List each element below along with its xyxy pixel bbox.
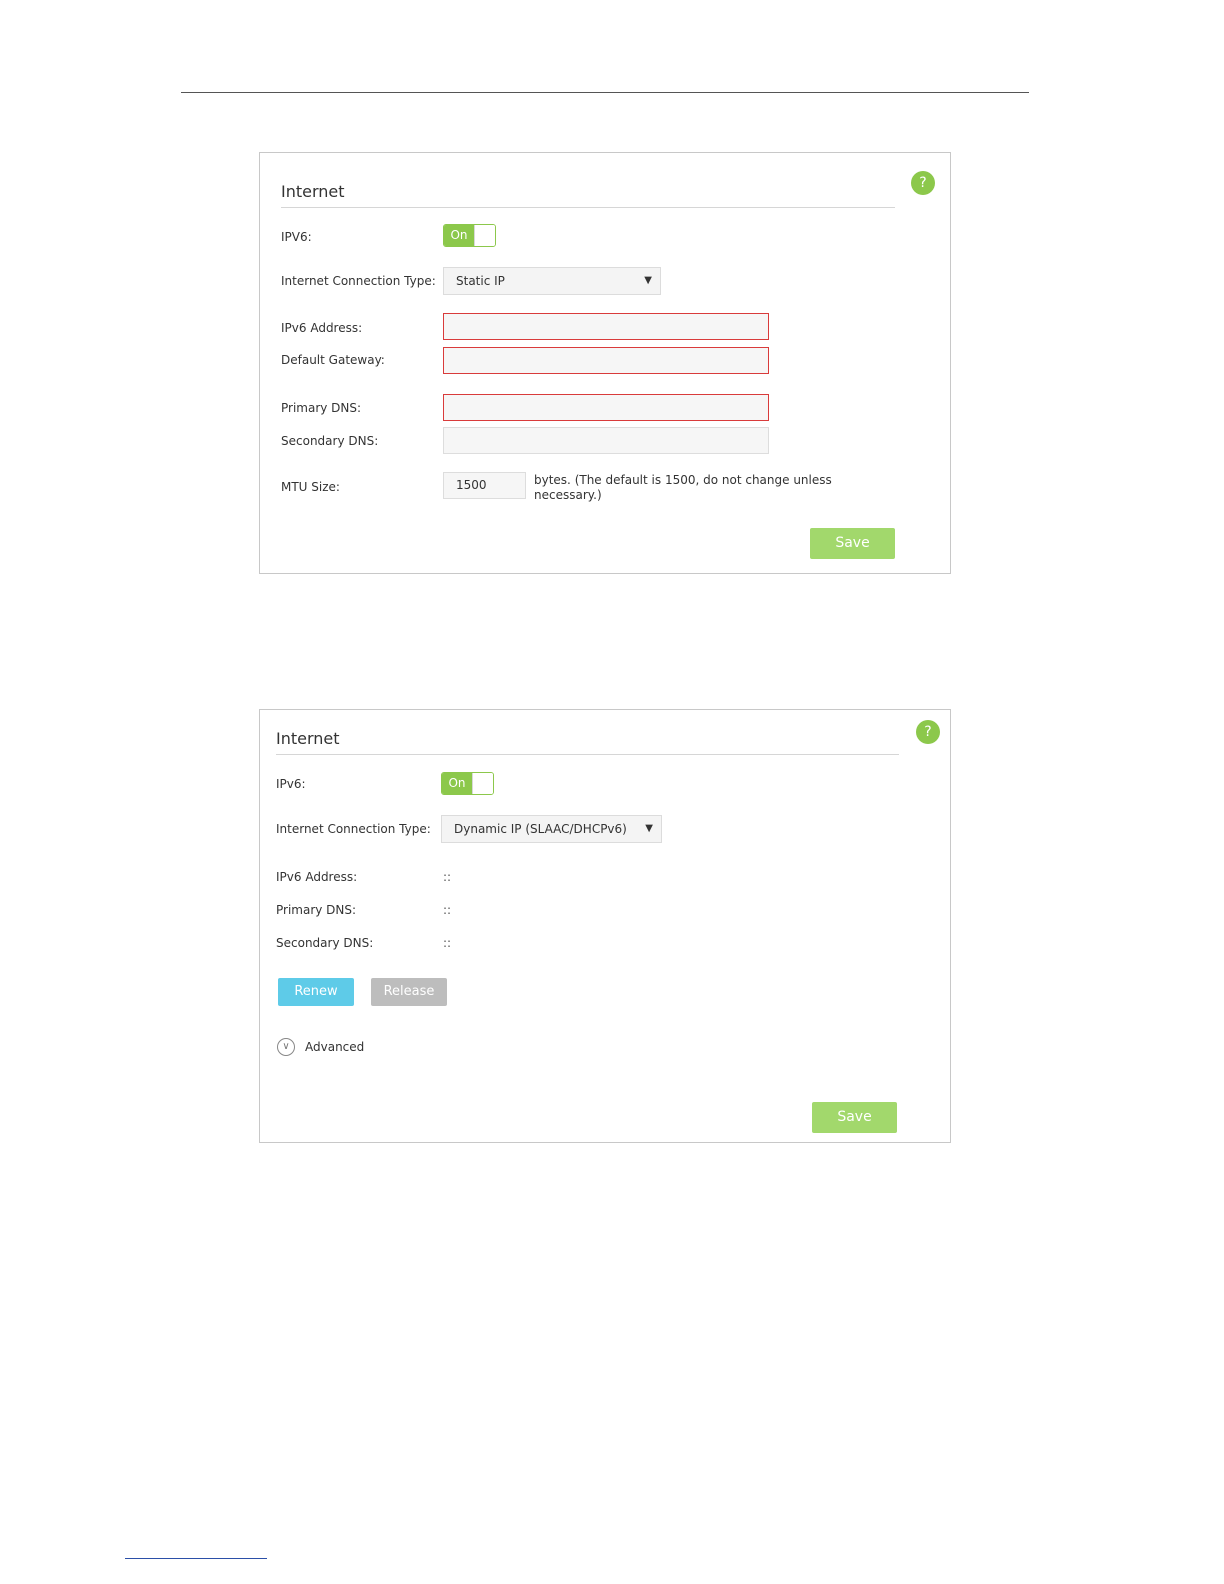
ipv6-toggle[interactable]: On [441, 772, 494, 795]
help-icon[interactable]: ? [916, 720, 940, 744]
secondary-dns-label: Secondary DNS: [276, 936, 374, 950]
toggle-knob [472, 773, 493, 794]
title-divider [281, 207, 895, 208]
ipv6-address-label: IPv6 Address: [281, 321, 363, 335]
internet-panel-dynamic: Internet ? IPv6: On Internet Connection … [259, 709, 951, 1143]
ipv6-address-input[interactable] [443, 313, 769, 340]
panel-title: Internet [276, 729, 340, 748]
primary-dns-value: :: [443, 903, 452, 917]
footer-link-underline [125, 1558, 267, 1559]
primary-dns-input[interactable] [443, 394, 769, 421]
chevron-down-circle-icon: ∨ [277, 1038, 295, 1056]
renew-button[interactable]: Renew [278, 978, 354, 1006]
secondary-dns-value: :: [443, 936, 452, 950]
secondary-dns-input[interactable] [443, 427, 769, 454]
mtu-note-line2: necessary.) [534, 488, 602, 502]
primary-dns-label: Primary DNS: [281, 401, 362, 415]
ipv6-address-value: :: [443, 870, 452, 884]
release-button[interactable]: Release [371, 978, 447, 1006]
title-divider [276, 754, 899, 755]
help-icon[interactable]: ? [911, 171, 935, 195]
connection-type-select[interactable]: Static IP ▼ [443, 267, 661, 295]
connection-type-select[interactable]: Dynamic IP (SLAAC/DHCPv6) ▼ [441, 815, 662, 843]
toggle-knob [474, 225, 495, 246]
toggle-on-text: On [444, 225, 474, 246]
save-button[interactable]: Save [810, 528, 895, 559]
mtu-note: bytes. (The default is 1500, do not chan… [534, 473, 832, 503]
advanced-label: Advanced [305, 1040, 365, 1054]
panel-title: Internet [281, 182, 345, 201]
connection-type-label: Internet Connection Type: [276, 822, 431, 836]
default-gateway-label: Default Gateway: [281, 353, 385, 367]
internet-panel-static: Internet ? IPV6: On Internet Connection … [259, 152, 951, 574]
chevron-down-icon: ▼ [645, 823, 653, 834]
toggle-on-text: On [442, 773, 472, 794]
save-button[interactable]: Save [812, 1102, 897, 1133]
connection-type-value: Static IP [456, 274, 505, 288]
ipv6-toggle[interactable]: On [443, 224, 496, 247]
mtu-label: MTU Size: [281, 480, 340, 494]
advanced-toggle[interactable]: ∨ Advanced [276, 1037, 386, 1057]
ipv6-address-label: IPv6 Address: [276, 870, 358, 884]
chevron-down-icon: ▼ [644, 275, 652, 286]
connection-type-value: Dynamic IP (SLAAC/DHCPv6) [454, 822, 627, 836]
primary-dns-label: Primary DNS: [276, 903, 357, 917]
mtu-input[interactable]: 1500 [443, 472, 526, 499]
page-header-rule [181, 92, 1029, 93]
default-gateway-input[interactable] [443, 347, 769, 374]
mtu-note-line1: bytes. (The default is 1500, do not chan… [534, 473, 832, 487]
ipv6-label: IPV6: [281, 230, 312, 244]
ipv6-label: IPv6: [276, 777, 306, 791]
secondary-dns-label: Secondary DNS: [281, 434, 379, 448]
connection-type-label: Internet Connection Type: [281, 274, 436, 288]
